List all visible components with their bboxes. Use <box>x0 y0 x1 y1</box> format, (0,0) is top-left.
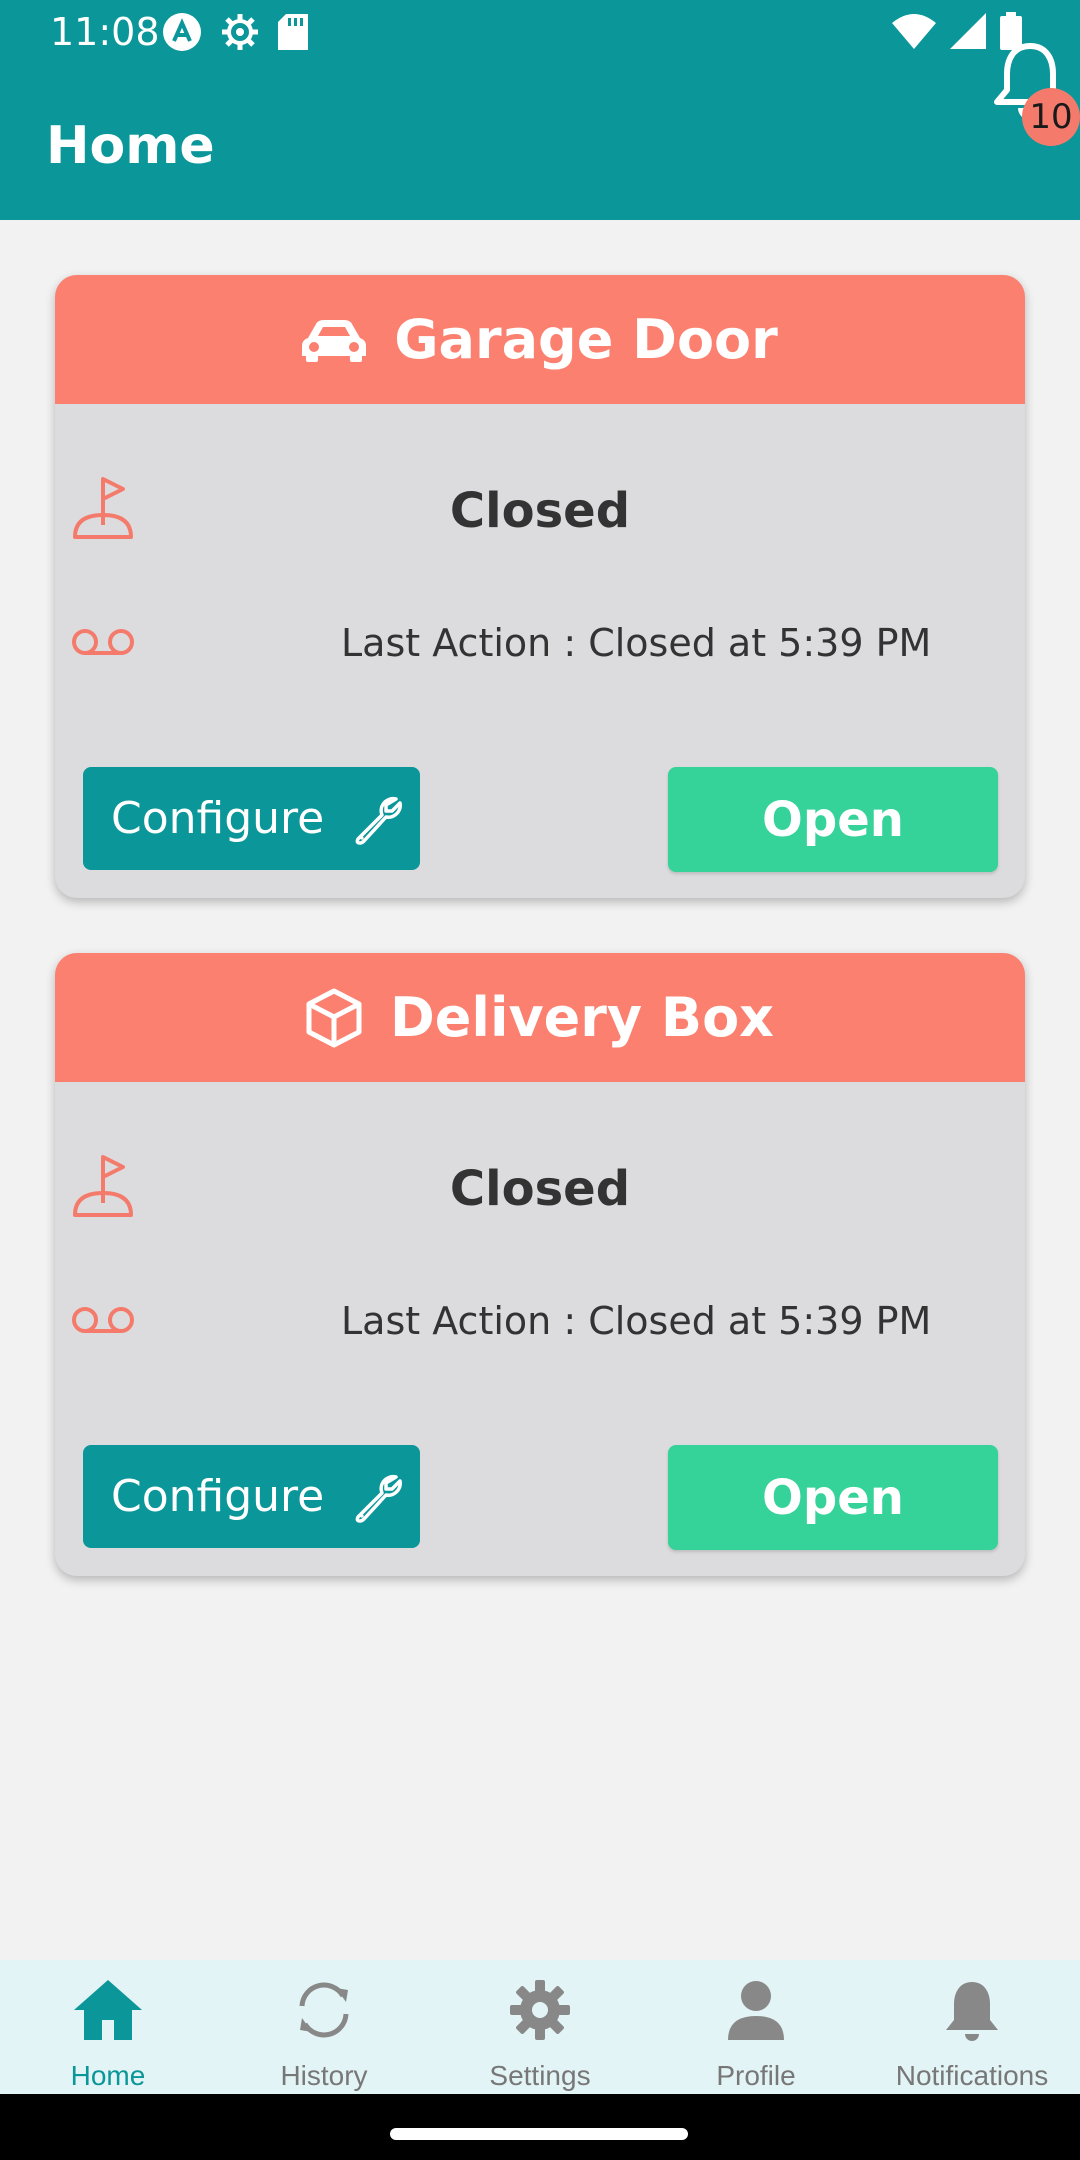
nav-label: Notifications <box>895 2060 1049 2091</box>
a-badge-icon <box>163 13 201 51</box>
voicemail-icon <box>72 629 134 655</box>
device-state: Closed <box>449 1161 631 1217</box>
nav-label: Home <box>70 2060 146 2091</box>
gear-icon <box>510 1980 570 2040</box>
configure-label: Configure <box>111 793 325 844</box>
device-card-garage-door: Garage Door Closed Last Action : Closed … <box>55 275 1025 898</box>
nav-item-home[interactable]: Home <box>0 1960 216 2094</box>
system-nav-bar <box>0 2094 1080 2160</box>
nav-item-history[interactable]: History <box>216 1960 432 2094</box>
bottom-nav: Home History Settings Profile Notificati… <box>0 1960 1080 2094</box>
status-bar: 11:08 <box>0 0 1080 66</box>
signal-icon <box>950 13 986 49</box>
configure-label: Configure <box>111 1471 325 1522</box>
box-icon <box>306 988 362 1047</box>
last-action-text: Last Action : Closed at 5:39 PM <box>341 621 932 665</box>
gear-icon <box>222 14 258 50</box>
configure-button[interactable]: Configure <box>83 767 420 870</box>
nav-item-notifications[interactable]: Notifications <box>864 1960 1080 2094</box>
refresh-icon <box>299 1982 349 2038</box>
wrench-icon <box>355 796 403 845</box>
page-title: Home <box>46 116 215 176</box>
card-header: Garage Door <box>55 275 1025 404</box>
bell-icon <box>946 1982 998 2041</box>
nav-label: Profile <box>716 2060 796 2091</box>
status-time: 11:08 <box>50 10 160 54</box>
card-title: Garage Door <box>394 308 778 371</box>
nav-item-settings[interactable]: Settings <box>432 1960 648 2094</box>
open-button[interactable]: Open <box>668 1445 998 1550</box>
wifi-icon <box>892 14 936 49</box>
notification-badge: 10 <box>1022 88 1080 146</box>
device-state: Closed <box>449 483 631 539</box>
car-icon <box>302 319 367 362</box>
person-icon <box>728 1981 784 2040</box>
nav-item-profile[interactable]: Profile <box>648 1960 864 2094</box>
card-header: Delivery Box <box>55 953 1025 1082</box>
nav-label: Settings <box>489 2060 591 2091</box>
home-icon <box>74 1980 142 2040</box>
last-action-text: Last Action : Closed at 5:39 PM <box>341 1299 932 1343</box>
voicemail-icon <box>72 1307 134 1333</box>
open-button[interactable]: Open <box>668 767 998 872</box>
device-card-delivery-box: Delivery Box Closed Last Action : Closed… <box>55 953 1025 1576</box>
sd-card-icon <box>278 14 308 50</box>
wrench-icon <box>355 1474 403 1523</box>
configure-button[interactable]: Configure <box>83 1445 420 1548</box>
card-title: Delivery Box <box>389 986 774 1049</box>
nav-label: History <box>280 2060 368 2091</box>
app-bar: Home <box>0 66 1080 220</box>
home-gesture-handle[interactable] <box>390 2128 688 2140</box>
